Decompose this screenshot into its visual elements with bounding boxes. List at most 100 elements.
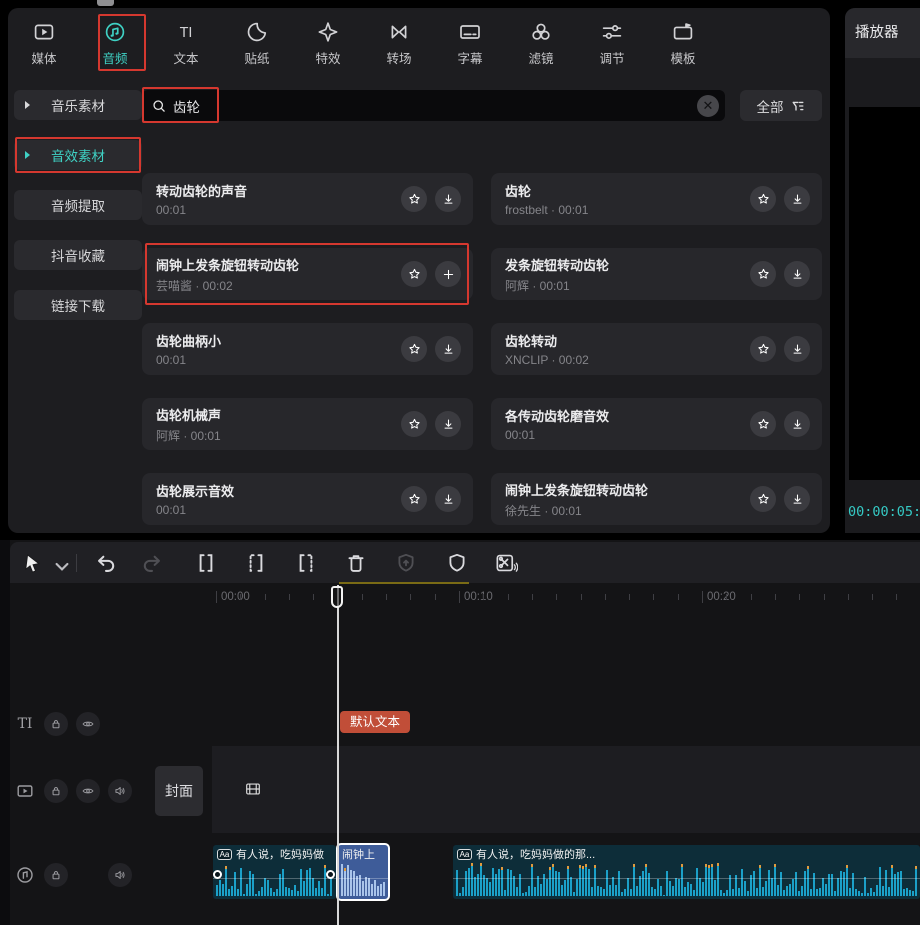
- ruler-tick: [483, 594, 484, 600]
- download-button[interactable]: [435, 336, 461, 362]
- nav-tab-调节[interactable]: 调节: [580, 13, 644, 73]
- sound-effect-card[interactable]: 转动齿轮的声音00:01: [142, 173, 473, 225]
- ruler-tick: [508, 594, 509, 600]
- favorite-star-button[interactable]: [750, 411, 776, 437]
- sidebar-item-音乐素材[interactable]: 音乐素材: [14, 90, 142, 120]
- add-to-timeline-button[interactable]: [435, 261, 461, 287]
- sound-effect-card[interactable]: 齿轮转动XNCLIP · 00:02: [491, 323, 822, 375]
- video-track-icon: [14, 779, 36, 803]
- ruler-tick: [532, 594, 533, 600]
- audio-clip-1[interactable]: Aa 有人说，吃妈妈做: [213, 845, 336, 899]
- nav-tab-滤镜[interactable]: 滤镜: [509, 13, 573, 73]
- nav-tab-模板[interactable]: 模板: [651, 13, 715, 73]
- sidebar-item-抖音收藏[interactable]: 抖音收藏: [14, 240, 142, 270]
- split-button[interactable]: [194, 551, 218, 575]
- delete-button[interactable]: [344, 551, 368, 575]
- sound-title: 闹钟上发条旋钮转动齿轮: [505, 480, 648, 499]
- audio-separation-icon[interactable]: [494, 551, 518, 575]
- card-actions: [750, 486, 810, 512]
- clip-label: 有人说，吃妈妈做: [236, 846, 324, 862]
- audio-clip-2[interactable]: Aa 有人说，吃妈妈做的那...: [453, 845, 920, 899]
- sidebar-item-链接下载[interactable]: 链接下载: [14, 290, 142, 320]
- favorite-star-button[interactable]: [401, 186, 427, 212]
- toolbar-divider: [76, 554, 77, 572]
- text-clip[interactable]: 默认文本: [340, 711, 410, 733]
- download-button[interactable]: [784, 186, 810, 212]
- download-button[interactable]: [784, 336, 810, 362]
- download-button[interactable]: [784, 411, 810, 437]
- sidebar-item-音频提取[interactable]: 音频提取: [14, 190, 142, 220]
- speaker-icon[interactable]: [108, 779, 132, 803]
- sound-effect-card[interactable]: 各传动齿轮磨音效00:01: [491, 398, 822, 450]
- favorite-star-button[interactable]: [750, 486, 776, 512]
- effects-icon: [315, 19, 341, 45]
- sound-effect-card[interactable]: 发条旋钮转动齿轮阿辉 · 00:01: [491, 248, 822, 300]
- download-button[interactable]: [784, 261, 810, 287]
- split-delete-left-button[interactable]: [244, 551, 268, 575]
- lock-icon[interactable]: [44, 779, 68, 803]
- video-track-row[interactable]: [212, 746, 920, 833]
- sound-effect-card[interactable]: 齿轮曲柄小00:01: [142, 323, 473, 375]
- nav-tab-文本[interactable]: TI文本: [154, 13, 218, 73]
- sidebar-item-音效素材[interactable]: 音效素材: [14, 140, 142, 170]
- download-button[interactable]: [435, 411, 461, 437]
- undo-button[interactable]: [94, 551, 118, 575]
- ai-shield-icon[interactable]: [394, 551, 418, 575]
- eye-icon[interactable]: [76, 712, 100, 736]
- download-button[interactable]: [435, 186, 461, 212]
- search-input[interactable]: 齿轮 ✕: [142, 90, 725, 121]
- playhead-line: [337, 585, 339, 925]
- lock-icon[interactable]: [44, 712, 68, 736]
- sound-effect-card[interactable]: 齿轮frostbelt · 00:01: [491, 173, 822, 225]
- shield-icon[interactable]: [445, 551, 469, 575]
- keyframe-dot[interactable]: [213, 870, 222, 879]
- playhead-handle[interactable]: [331, 586, 343, 608]
- sound-title: 齿轮展示音效: [156, 481, 234, 500]
- download-button[interactable]: [784, 486, 810, 512]
- download-button[interactable]: [435, 486, 461, 512]
- nav-tab-媒体[interactable]: 媒体: [12, 13, 76, 73]
- keyframe-dot[interactable]: [326, 870, 335, 879]
- favorite-star-button[interactable]: [401, 336, 427, 362]
- nav-tab-字幕[interactable]: 字幕: [438, 13, 502, 73]
- favorite-star-button[interactable]: [750, 261, 776, 287]
- sound-effect-card[interactable]: 齿轮机械声阿辉 · 00:01: [142, 398, 473, 450]
- nav-tab-转场[interactable]: 转场: [367, 13, 431, 73]
- app-window: 媒体音频TI文本贴纸特效转场字幕滤镜调节模板 音乐素材音效素材音频提取抖音收藏链…: [0, 0, 920, 925]
- filter-all-button[interactable]: 全部: [740, 90, 822, 121]
- cover-button[interactable]: 封面: [155, 766, 203, 816]
- speaker-icon[interactable]: [108, 863, 132, 887]
- favorite-star-button[interactable]: [750, 336, 776, 362]
- timeline-ruler[interactable]: 00:0000:1000:20: [150, 585, 920, 611]
- player-video-area[interactable]: [849, 107, 920, 480]
- card-actions: [401, 186, 461, 212]
- sound-effect-card[interactable]: 闹钟上发条旋钮转动齿轮徐先生 · 00:01: [491, 473, 822, 525]
- favorite-star-button[interactable]: [401, 261, 427, 287]
- eye-icon[interactable]: [76, 779, 100, 803]
- clear-search-button[interactable]: ✕: [697, 95, 719, 117]
- nav-tab-特效[interactable]: 特效: [296, 13, 360, 73]
- filter-all-label: 全部: [757, 96, 784, 116]
- favorite-star-button[interactable]: [401, 411, 427, 437]
- card-actions: [401, 486, 461, 512]
- nav-tab-音频[interactable]: 音频: [83, 13, 147, 73]
- split-delete-right-button[interactable]: [294, 551, 318, 575]
- favorite-star-button[interactable]: [401, 486, 427, 512]
- ruler-tick: [824, 594, 825, 600]
- card-text: 转动齿轮的声音00:01: [156, 181, 247, 217]
- sidebar-item-label: 链接下载: [51, 295, 105, 315]
- text-icon: TI: [173, 19, 199, 45]
- nav-tab-贴纸[interactable]: 贴纸: [225, 13, 289, 73]
- search-row: 齿轮 ✕ 全部: [142, 90, 822, 121]
- card-text: 齿轮frostbelt · 00:01: [505, 181, 588, 217]
- ruler-tick: [775, 594, 776, 600]
- timeline-left-strip: [0, 540, 10, 925]
- sound-effect-card[interactable]: 齿轮展示音效00:01: [142, 473, 473, 525]
- redo-button[interactable]: [140, 551, 164, 575]
- select-cursor-icon[interactable]: [20, 551, 44, 575]
- audio-clip-selected[interactable]: 闹钟上: [336, 843, 390, 901]
- lock-icon[interactable]: [44, 863, 68, 887]
- chevron-down-icon[interactable]: [50, 555, 74, 579]
- favorite-star-button[interactable]: [750, 186, 776, 212]
- sound-effect-card[interactable]: 闹钟上发条旋钮转动齿轮芸喵酱 · 00:02: [142, 248, 473, 300]
